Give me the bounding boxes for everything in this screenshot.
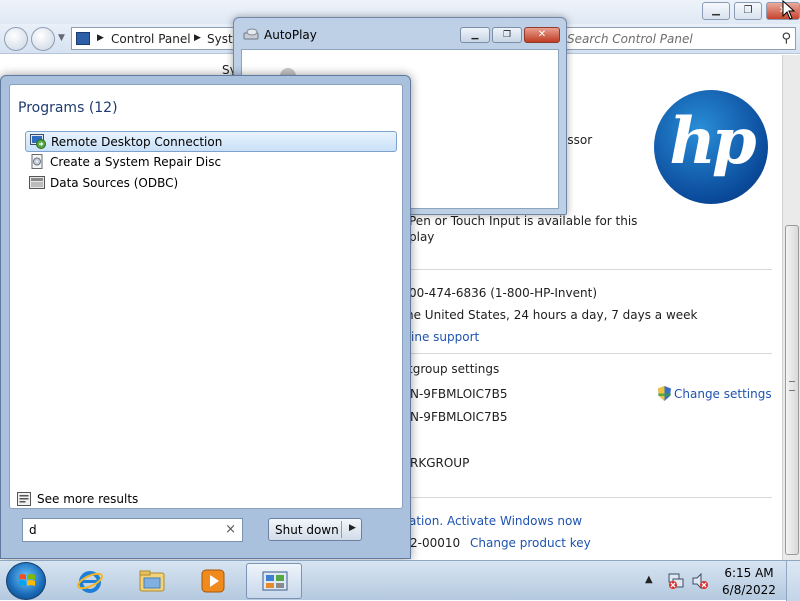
folder-icon bbox=[139, 570, 165, 592]
program-label: Data Sources (ODBC) bbox=[50, 176, 179, 190]
address-bar[interactable]: ▶ Control Panel ▶ Syste bbox=[71, 27, 241, 50]
repair-disc-icon bbox=[31, 154, 43, 169]
autoplay-close-button[interactable]: ✕ bbox=[524, 27, 560, 43]
show-desktop-button[interactable] bbox=[786, 561, 800, 601]
odbc-icon bbox=[29, 176, 45, 189]
shut-down-button[interactable]: Shut down ▶ bbox=[268, 518, 362, 541]
autoplay-minimize-button[interactable]: ▁ bbox=[460, 27, 490, 43]
minimize-button[interactable]: ▁ bbox=[702, 2, 730, 20]
show-hidden-icons-button[interactable]: ▲ bbox=[645, 574, 653, 585]
support-hours: he United States, 24 hours a day, 7 days… bbox=[406, 308, 698, 322]
search-icon[interactable]: ⚲ bbox=[781, 31, 791, 46]
scrollbar-grip-icon bbox=[789, 381, 795, 391]
volume-icon[interactable] bbox=[691, 572, 709, 590]
online-support-link[interactable]: ine support bbox=[411, 330, 479, 344]
autoplay-icon bbox=[243, 28, 259, 40]
shut-down-options-arrow-icon[interactable]: ▶ bbox=[349, 523, 356, 533]
autoplay-title: AutoPlay bbox=[264, 28, 317, 42]
activate-windows-link[interactable]: ation. Activate Windows now bbox=[409, 514, 582, 528]
autoplay-maximize-button[interactable]: ❐ bbox=[492, 27, 522, 43]
start-menu: Programs (12) Remote Desktop Connection … bbox=[0, 75, 411, 559]
program-label: Create a System Repair Disc bbox=[50, 155, 222, 169]
pen-touch-text: Pen or Touch Input is available for this bbox=[409, 214, 638, 228]
workgroup-name: RKGROUP bbox=[410, 456, 470, 470]
see-more-results-icon bbox=[17, 492, 31, 506]
start-search-value: d bbox=[29, 523, 37, 537]
change-settings-link[interactable]: Change settings bbox=[674, 387, 772, 401]
full-computer-name: N-9FBMLOIC7B5 bbox=[410, 410, 508, 424]
uac-shield-icon bbox=[658, 386, 671, 401]
recent-pages-dropdown[interactable]: ▼ bbox=[58, 33, 65, 43]
scrollbar-thumb[interactable] bbox=[785, 225, 799, 555]
control-panel-icon bbox=[262, 571, 288, 591]
taskbar-windows-explorer[interactable] bbox=[124, 563, 180, 599]
clock-date[interactable]: 6/8/2022 bbox=[718, 583, 780, 597]
breadcrumb-arrow-icon[interactable]: ▶ bbox=[97, 33, 104, 43]
breadcrumb-control-panel[interactable]: Control Panel bbox=[111, 32, 191, 46]
media-player-icon bbox=[201, 569, 225, 593]
shut-down-separator bbox=[341, 521, 342, 538]
taskbar-control-panel[interactable] bbox=[246, 563, 302, 599]
program-data-sources-odbc[interactable]: Data Sources (ODBC) bbox=[25, 173, 397, 194]
forward-button[interactable] bbox=[31, 27, 55, 51]
search-results-pane: Programs (12) Remote Desktop Connection … bbox=[9, 84, 403, 509]
windows-logo-icon bbox=[19, 574, 35, 586]
taskbar-internet-explorer[interactable] bbox=[62, 563, 118, 599]
computer-name: N-9FBMLOIC7B5 bbox=[410, 387, 508, 401]
control-panel-icon bbox=[76, 32, 90, 45]
clock-time[interactable]: 6:15 AM bbox=[722, 566, 776, 580]
divider bbox=[400, 269, 772, 270]
display-text: play bbox=[409, 230, 435, 244]
workgroup-settings-heading: tgroup settings bbox=[408, 362, 500, 376]
change-product-key-link[interactable]: Change product key bbox=[470, 536, 591, 550]
remote-desktop-icon bbox=[30, 134, 46, 149]
program-create-system-repair-disc[interactable]: Create a System Repair Disc bbox=[25, 152, 397, 173]
taskbar-media-player[interactable] bbox=[185, 563, 241, 599]
divider bbox=[400, 497, 772, 498]
maximize-button[interactable]: ❐ bbox=[734, 2, 762, 20]
see-more-results-link[interactable]: See more results bbox=[17, 490, 217, 510]
shut-down-label: Shut down bbox=[275, 523, 339, 537]
see-more-results-label: See more results bbox=[37, 492, 139, 506]
program-remote-desktop-connection[interactable]: Remote Desktop Connection bbox=[25, 131, 397, 152]
start-button[interactable] bbox=[6, 562, 46, 600]
product-id: 2-00010 bbox=[410, 536, 461, 550]
divider bbox=[400, 353, 772, 354]
hp-logo-text: hp bbox=[669, 104, 756, 179]
support-phone: 00-474-6836 (1-800-HP-Invent) bbox=[409, 286, 598, 300]
back-button[interactable] bbox=[4, 27, 28, 51]
internet-explorer-icon bbox=[77, 571, 103, 593]
vertical-scrollbar[interactable] bbox=[782, 55, 800, 560]
clear-search-icon[interactable]: × bbox=[225, 522, 236, 537]
breadcrumb-arrow-icon[interactable]: ▶ bbox=[194, 33, 201, 43]
search-placeholder: Search Control Panel bbox=[567, 32, 693, 46]
hp-logo: hp bbox=[654, 90, 768, 204]
taskbar: ▲ 6:15 AM 6/8/2022 bbox=[0, 560, 800, 601]
program-label: Remote Desktop Connection bbox=[51, 135, 223, 149]
search-control-panel-input[interactable]: Search Control Panel ⚲ bbox=[562, 27, 796, 50]
start-search-input[interactable]: d × bbox=[22, 518, 243, 542]
mouse-cursor-icon bbox=[782, 0, 796, 20]
network-icon[interactable] bbox=[667, 572, 685, 590]
programs-header[interactable]: Programs (12) bbox=[18, 100, 118, 116]
